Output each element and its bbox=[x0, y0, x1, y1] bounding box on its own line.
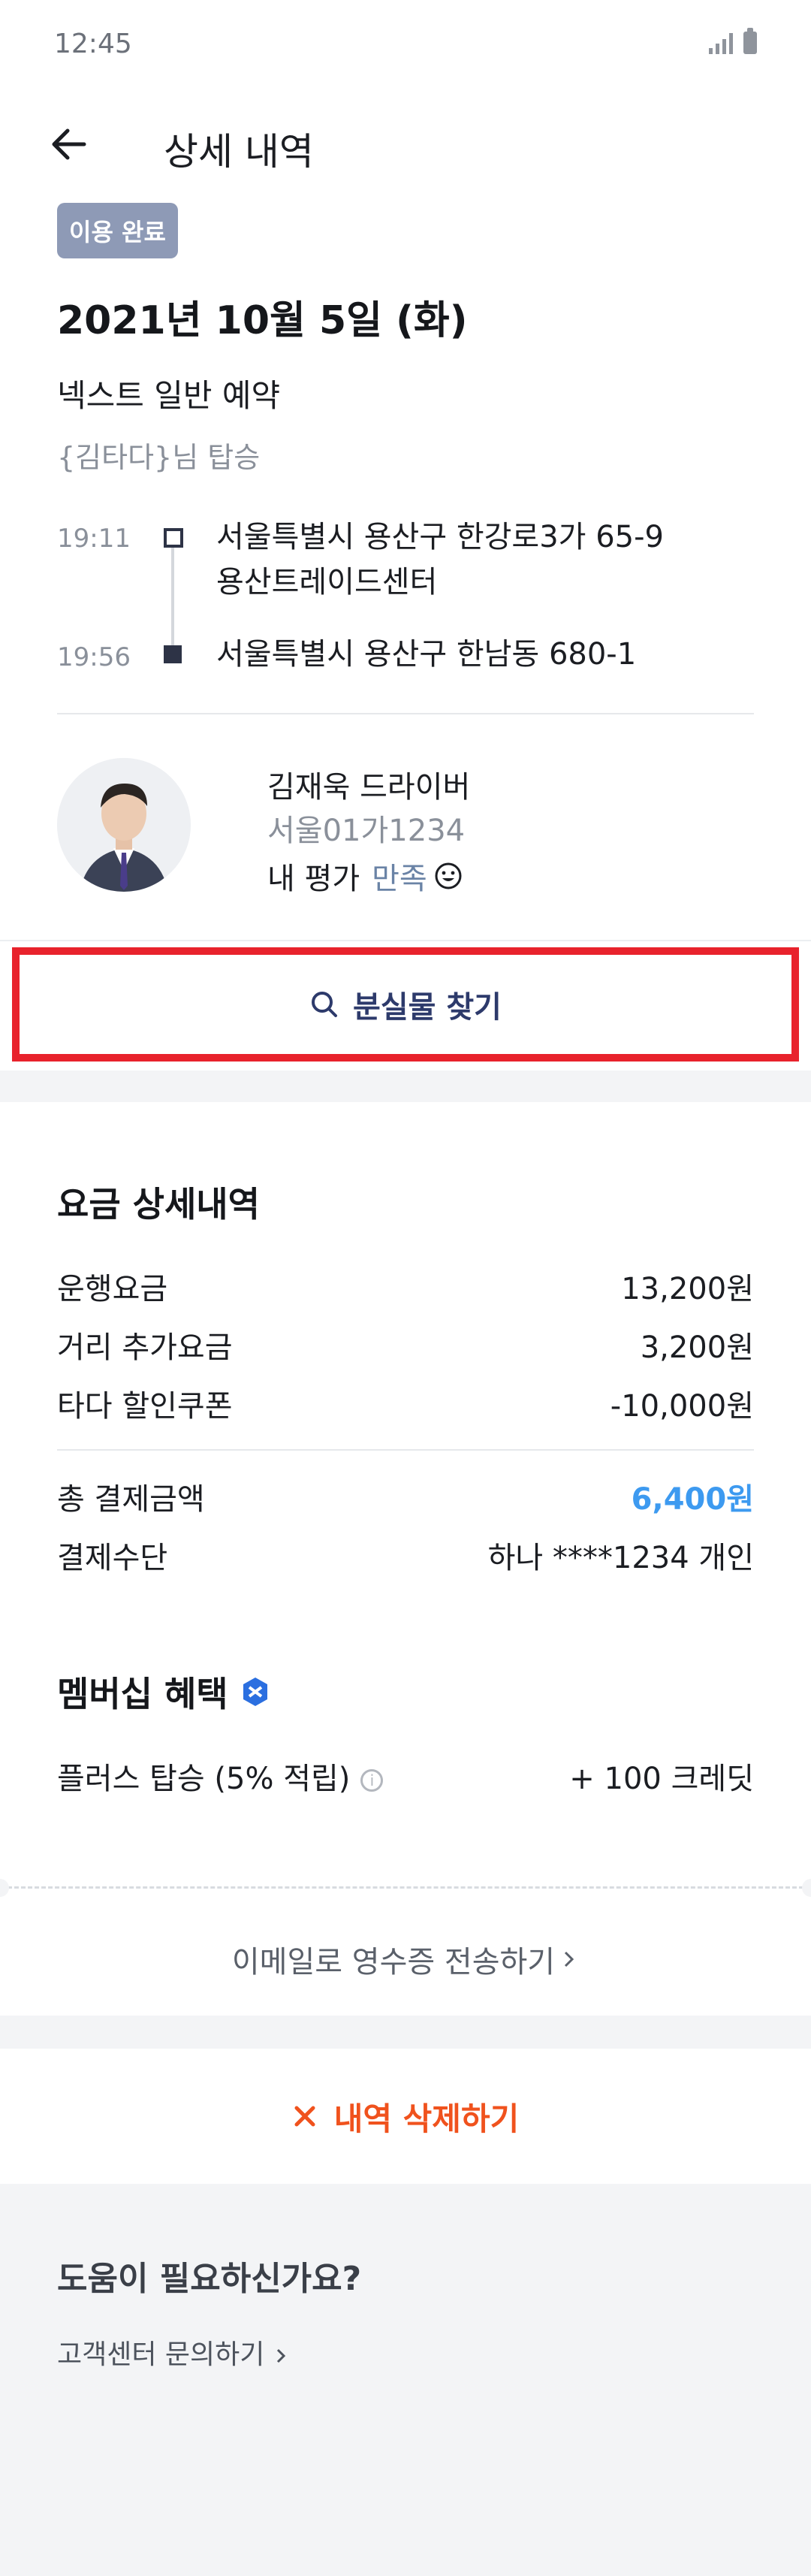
origin-address-line1: 서울특별시 용산구 한강로3가 65-9 bbox=[216, 520, 664, 554]
chevron-right-icon bbox=[565, 1951, 574, 1967]
ride-summary: 이용 완료 2021년 10월 5일 (화) 넥스트 일반 예약 {김타다}님 … bbox=[0, 203, 811, 940]
destination-address: 서울특별시 용산구 한남동 680-1 bbox=[216, 637, 637, 672]
top-section: 12:45 상세 내역 이용 완료 2021년 10월 5일 (화) 넥스트 일… bbox=[0, 0, 811, 940]
membership-benefit-label: 플러스 탑승 (5% 적립) bbox=[57, 1762, 351, 1796]
notch-left bbox=[0, 1879, 9, 1897]
rating-value: 만족 bbox=[372, 862, 427, 896]
email-receipt-label: 이메일로 영수증 전송하기 bbox=[231, 1945, 556, 1980]
route: 19:11 서울특별시 용산구 한강로3가 65-9 용산트레이드센터 19:5… bbox=[57, 518, 754, 683]
car-number: 서울01가1234 bbox=[267, 814, 466, 848]
payment-row: 결제수단 하나 ****1234 개인 bbox=[57, 1526, 754, 1584]
dashed-line bbox=[8, 1886, 803, 1889]
fare-row-value: 13,200원 bbox=[621, 1272, 754, 1306]
fare-row-value: -10,000원 bbox=[610, 1389, 754, 1424]
fare-row: 운행요금 13,200원 bbox=[57, 1257, 754, 1315]
rating-label: 내 평가 bbox=[267, 862, 360, 896]
total-label: 총 결제금액 bbox=[57, 1482, 205, 1517]
section-gap bbox=[0, 1071, 811, 1092]
help-section: 도움이 필요하신가요? 고객센터 문의하기 bbox=[0, 2184, 811, 2372]
fare-row: 거리 추가요금 3,200원 bbox=[57, 1315, 754, 1374]
chevron-right-icon bbox=[276, 2348, 285, 2363]
membership-row: 플러스 탑승 (5% 적립) i + 100 크레딧 bbox=[57, 1747, 754, 1805]
fare-details: 요금 상세내역 운행요금 13,200원 거리 추가요금 3,200원 타다 할… bbox=[0, 1177, 811, 1873]
notch-right bbox=[802, 1879, 811, 1897]
membership-title: 멤버십 혜택 bbox=[57, 1667, 754, 1717]
close-icon bbox=[294, 2106, 315, 2127]
destination-time: 19:56 bbox=[57, 642, 131, 672]
driver-name: 김재욱 드라이버 bbox=[267, 770, 471, 805]
driver-info: 김재욱 드라이버 서울01가1234 내 평가 만족 bbox=[57, 714, 754, 940]
status-bar: 12:45 bbox=[0, 0, 811, 90]
lost-items-label: 분실물 찾기 bbox=[353, 990, 502, 1025]
origin-address: 서울특별시 용산구 한강로3가 65-9 용산트레이드센터 bbox=[216, 515, 664, 605]
destination-marker-icon bbox=[164, 645, 182, 663]
fare-card: 요금 상세내역 운행요금 13,200원 거리 추가요금 3,200원 타다 할… bbox=[0, 1102, 811, 2016]
status-time: 12:45 bbox=[54, 29, 132, 59]
help-title: 도움이 필요하신가요? bbox=[57, 2260, 362, 2298]
fare-title: 요금 상세내역 bbox=[57, 1184, 260, 1225]
my-rating: 내 평가 만족 bbox=[267, 854, 463, 898]
battery-icon bbox=[743, 28, 757, 54]
total-row: 총 결제금액 6,400원 bbox=[57, 1467, 754, 1526]
membership-benefit-value: + 100 크레딧 bbox=[569, 1762, 754, 1796]
signal-icon bbox=[709, 30, 733, 54]
origin-marker-icon bbox=[164, 528, 183, 548]
app-header: 상세 내역 bbox=[0, 90, 811, 203]
fare-row: 타다 할인쿠폰 -10,000원 bbox=[57, 1374, 754, 1433]
fare-row-label: 타다 할인쿠폰 bbox=[57, 1389, 233, 1424]
status-icons bbox=[709, 28, 757, 54]
page-title: 상세 내역 bbox=[164, 130, 314, 174]
fare-row-label: 운행요금 bbox=[57, 1272, 168, 1306]
receipt-divider bbox=[0, 1873, 811, 1903]
lost-items-section: 분실물 찾기 bbox=[0, 940, 811, 1092]
ride-date: 2021년 10월 5일 (화) bbox=[57, 298, 468, 343]
info-icon[interactable]: i bbox=[360, 1769, 384, 1792]
origin-address-line2: 용산트레이드센터 bbox=[216, 565, 438, 599]
driver-photo-icon bbox=[57, 758, 191, 892]
membership-badge-icon bbox=[243, 1678, 267, 1706]
ride-type: 넥스트 일반 예약 bbox=[57, 377, 281, 414]
email-receipt-link[interactable]: 이메일로 영수증 전송하기 bbox=[0, 1903, 811, 2016]
customer-center-link[interactable]: 고객센터 문의하기 bbox=[57, 2333, 290, 2372]
membership-title-text: 멤버십 혜택 bbox=[57, 1674, 228, 1714]
customer-center-label: 고객센터 문의하기 bbox=[57, 2339, 265, 2370]
passenger-name: {김타다}님 탑승 bbox=[57, 441, 261, 474]
search-icon bbox=[312, 992, 338, 1017]
route-line bbox=[171, 539, 174, 655]
fare-row-label: 거리 추가요금 bbox=[57, 1330, 233, 1365]
lost-items-button[interactable]: 분실물 찾기 bbox=[20, 955, 791, 1054]
status-badge: 이용 완료 bbox=[57, 203, 178, 258]
smile-icon bbox=[435, 862, 462, 889]
back-arrow-icon[interactable] bbox=[45, 120, 93, 168]
payment-label: 결제수단 bbox=[57, 1541, 168, 1575]
total-value: 6,400원 bbox=[631, 1482, 754, 1517]
payment-value: 하나 ****1234 개인 bbox=[487, 1541, 754, 1575]
fare-row-value: 3,200원 bbox=[640, 1330, 754, 1365]
membership-benefit: 플러스 탑승 (5% 적립) i bbox=[57, 1754, 384, 1798]
delete-history-label: 내역 삭제하기 bbox=[333, 2100, 520, 2137]
origin-time: 19:11 bbox=[57, 524, 131, 554]
divider bbox=[57, 1449, 754, 1451]
driver-avatar bbox=[57, 758, 191, 892]
delete-history-button[interactable]: 내역 삭제하기 bbox=[0, 2049, 811, 2184]
